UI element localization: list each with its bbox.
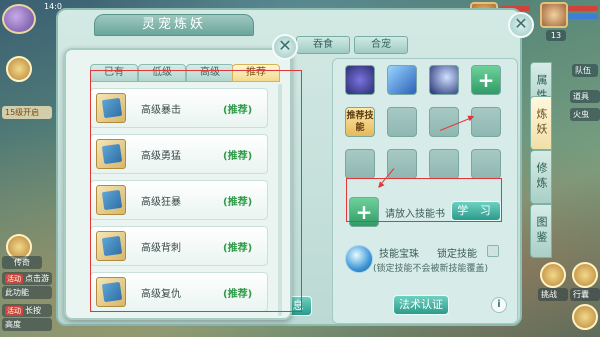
right-hud: 13 队伍 道具 火虫 挑战 行囊 bbox=[470, 0, 600, 337]
level-hint: 15级开启 bbox=[2, 106, 52, 119]
empty-skill-slot[interactable] bbox=[387, 107, 417, 137]
player-hp-bar bbox=[568, 6, 598, 11]
lock-skill-label: 锁定技能 bbox=[437, 249, 477, 260]
skill-slot-1[interactable] bbox=[345, 65, 375, 95]
tab-merge[interactable]: 合宠 bbox=[354, 36, 408, 54]
panel-title: 灵宠炼妖 bbox=[94, 14, 254, 36]
panel-close-icon[interactable]: ✕ bbox=[508, 12, 534, 38]
quest-chip-2[interactable]: 活动 长按 bbox=[2, 304, 52, 317]
challenge-label: 挑战 bbox=[538, 288, 568, 301]
quest-chip-2-text: 长按 bbox=[25, 306, 41, 315]
team-label[interactable]: 队伍 bbox=[572, 64, 598, 77]
skill-orb-icon[interactable] bbox=[345, 245, 373, 273]
empty-skill-slot[interactable] bbox=[387, 149, 417, 179]
annotation-box-list bbox=[90, 70, 302, 312]
empty-skill-slot[interactable] bbox=[429, 107, 459, 137]
lock-note: (锁定技能不会被新技能覆盖) bbox=[373, 264, 489, 274]
quest-chip-1[interactable]: 活动 点击游 bbox=[2, 272, 52, 285]
add-skill-slot-button[interactable]: + bbox=[471, 65, 501, 95]
bag-label: 行囊 bbox=[570, 288, 600, 301]
quest-chip-1b: 此功能 bbox=[2, 286, 52, 299]
left-hud: 14:0 15级开启 传奇 活动 点击游 此功能 活动 长按 高度 bbox=[0, 0, 62, 337]
left-label: 传奇 bbox=[2, 256, 42, 269]
empty-skill-slot[interactable] bbox=[471, 107, 501, 137]
player-avatar[interactable] bbox=[2, 4, 36, 34]
quest-chip-2-tag: 活动 bbox=[5, 306, 23, 316]
bag-button[interactable] bbox=[572, 262, 598, 288]
player-mp-bar bbox=[568, 14, 598, 19]
skill-slot-2[interactable] bbox=[387, 65, 417, 95]
firebug-label[interactable]: 火虫 bbox=[570, 108, 600, 121]
empty-skill-slot[interactable] bbox=[345, 149, 375, 179]
skill-slot-3[interactable] bbox=[429, 65, 459, 95]
annotation-box-learn bbox=[346, 178, 502, 222]
empty-skill-slot[interactable] bbox=[429, 149, 459, 179]
popup-close-icon[interactable]: ✕ bbox=[272, 34, 298, 60]
quest-chip-1-text: 点击游 bbox=[25, 274, 49, 283]
side-tab-gallery[interactable]: 图鉴 bbox=[530, 204, 552, 258]
info-icon[interactable]: i bbox=[491, 297, 507, 313]
side-tab-refine[interactable]: 炼妖 bbox=[530, 96, 552, 150]
counter-badge: 13 bbox=[546, 30, 566, 41]
spell-cert-button[interactable]: 法术认证 bbox=[393, 295, 449, 315]
empty-skill-slot[interactable] bbox=[471, 149, 501, 179]
tab-devour[interactable]: 吞食 bbox=[296, 36, 350, 54]
quest-chip-1-tag: 活动 bbox=[5, 274, 23, 284]
quest-chip-2b: 高度 bbox=[2, 318, 52, 331]
recommend-skill-slot[interactable]: 推荐技能 bbox=[345, 107, 375, 137]
skill-orb-label: 技能宝珠 bbox=[379, 249, 419, 260]
left-round-button[interactable] bbox=[6, 56, 32, 82]
player-portrait[interactable] bbox=[540, 2, 568, 28]
settings-button[interactable] bbox=[572, 304, 598, 330]
item-label[interactable]: 道具 bbox=[570, 90, 600, 103]
lock-skill-checkbox[interactable] bbox=[487, 245, 499, 257]
side-tab-cultivate[interactable]: 修炼 bbox=[530, 150, 552, 204]
challenge-button[interactable] bbox=[540, 262, 566, 288]
